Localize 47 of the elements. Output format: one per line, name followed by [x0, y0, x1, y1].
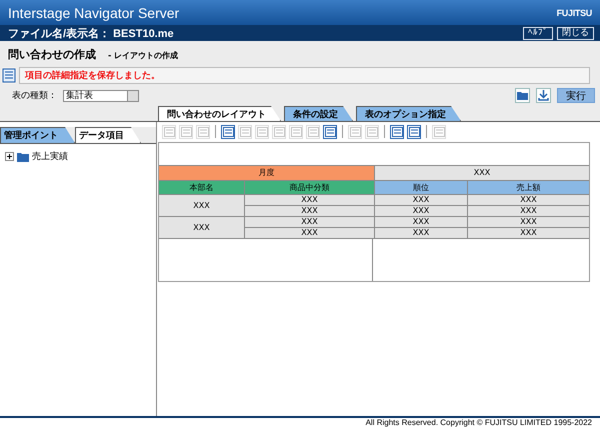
tab[interactable]: 管理ポイント — [0, 127, 75, 143]
table-cell: XXX — [375, 206, 467, 216]
tree-item[interactable]: 売上実績 — [32, 150, 68, 163]
column-header: 順位 — [375, 181, 467, 194]
table-cell: XXX — [245, 195, 374, 205]
page-title: 問い合わせの作成 — [8, 47, 96, 62]
expand-icon[interactable] — [5, 152, 14, 161]
status-message: 項目の詳細指定を保存しました。 — [19, 67, 590, 84]
table-cell: XXX — [375, 217, 467, 227]
column-header: 本部名 — [159, 181, 244, 194]
table-type-label: 表の種類： — [12, 90, 57, 102]
file-name: ファイル名/表示名： BEST10.me — [8, 26, 174, 40]
download-icon[interactable] — [536, 88, 551, 103]
table-cell: XXX — [375, 166, 589, 180]
table-cell: XXX — [245, 228, 374, 238]
folder-icon[interactable] — [515, 88, 530, 103]
table-cell: XXX — [375, 228, 467, 238]
toolbar-button[interactable] — [221, 124, 235, 138]
toolbar-button[interactable] — [390, 124, 404, 138]
tab[interactable]: 表のオプション指定 — [356, 106, 461, 121]
tab[interactable]: データ項目 — [75, 127, 141, 143]
table-cell: XXX — [159, 217, 244, 238]
tab[interactable]: 条件の設定 — [284, 106, 353, 121]
table-cell: XXX — [468, 228, 589, 238]
window-title: Interstage Navigator Server — [8, 4, 180, 20]
toolbar-button[interactable] — [407, 124, 421, 138]
table-type-select[interactable]: 集計表 — [63, 90, 139, 102]
table-cell: XXX — [375, 195, 467, 205]
table-cell: XXX — [245, 217, 374, 227]
header-button[interactable]: 閉じる — [557, 26, 594, 40]
table-cell: XXX — [468, 206, 589, 216]
table-cell: XXX — [245, 206, 374, 216]
logo: FUJITSU — [556, 8, 592, 18]
table-cell: XXX — [468, 217, 589, 227]
list-icon — [2, 68, 16, 83]
copyright-text: All Rights Reserved. Copyright © FUJITSU LIMITED 1995-2022 — [366, 418, 592, 427]
column-header: 売上額 — [468, 181, 589, 194]
table-cell: XXX — [159, 195, 244, 216]
tab[interactable]: 問い合わせのレイアウト — [158, 106, 281, 121]
column-field: 月度 — [159, 166, 374, 180]
toolbar-button[interactable] — [323, 124, 337, 138]
table-cell: XXX — [468, 195, 589, 205]
page-subtitle: - レイアウトの作成 — [108, 50, 178, 61]
header-button[interactable]: ﾍﾙﾌﾟ — [523, 26, 553, 40]
run-button[interactable]: 実行 — [557, 88, 595, 103]
column-header: 商品中分類 — [245, 181, 374, 194]
folder-icon — [17, 152, 29, 162]
